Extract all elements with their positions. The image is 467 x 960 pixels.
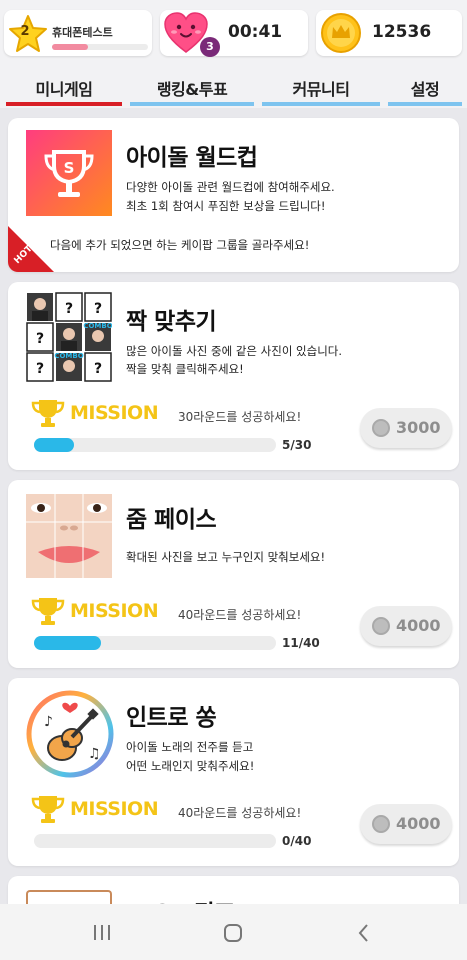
- reward-amount: 4000: [396, 814, 441, 833]
- tab-indicator: [262, 102, 380, 106]
- heart-panel[interactable]: 3 00:41: [160, 10, 308, 57]
- game-desc-line: 어떤 노래인지 맞춰주세요!: [126, 759, 255, 773]
- mission-progress-bar: [34, 438, 276, 452]
- svg-text:S: S: [64, 159, 75, 177]
- game-title: IDOL 퀴즈: [126, 894, 235, 904]
- progress-count: 11/40: [282, 636, 320, 650]
- mission-text: 30라운드를 성공하세요!: [178, 410, 302, 424]
- game-card-zoom-face[interactable]: 줌 페이스 확대된 사진을 보고 누구인지 맞춰보세요! MISSION 40라…: [8, 480, 459, 668]
- game-title: 인트로 쏭: [126, 705, 217, 731]
- mission-text: 40라운드를 성공하세요!: [178, 608, 302, 622]
- level-panel[interactable]: 2 휴대폰테스트: [4, 10, 152, 56]
- level-number: 2: [20, 24, 30, 39]
- xp-fill: [52, 44, 89, 50]
- game-title: 줌 페이스: [126, 507, 217, 533]
- progress-fill: [34, 636, 101, 650]
- game-desc-line: 짝을 맞춰 클릭해주세요!: [126, 362, 244, 376]
- claim-reward-button[interactable]: 3000: [360, 408, 452, 448]
- mission-progress-bar: [34, 834, 276, 848]
- svg-text:♪: ♪: [44, 714, 53, 730]
- combo-label: COMBO: [54, 352, 83, 360]
- svg-text:♫: ♫: [88, 746, 101, 762]
- tab-settings[interactable]: 설정: [388, 68, 462, 108]
- hidden-card-mark: ?: [36, 361, 44, 377]
- tab-label: 설정: [410, 80, 440, 99]
- game-desc-line: 최초 1회 참여시 푸짐한 보상을 드립니다!: [126, 199, 326, 213]
- recent-apps-icon[interactable]: [92, 922, 112, 950]
- trophy-icon: [30, 794, 66, 824]
- game-card-intro-song[interactable]: ♪ ♫ 인트로 쏭 아이돌 노래의 전주를 듣고 어떤 노래인지 맞춰주세요! …: [8, 678, 459, 866]
- nickname: 휴대폰테스트: [52, 26, 113, 39]
- game-title: 짝 맞추기: [126, 309, 217, 335]
- coin-icon: [372, 419, 390, 437]
- mission-progress-bar: [34, 636, 276, 650]
- tab-indicator: [6, 102, 122, 106]
- mission-text: 40라운드를 성공하세요!: [178, 806, 302, 820]
- tab-community[interactable]: 커뮤니티: [262, 68, 380, 108]
- game-desc-line: 확대된 사진을 보고 누구인지 맞춰보세요!: [126, 550, 326, 564]
- tab-indicator: [388, 102, 462, 106]
- trophy-icon: [30, 398, 66, 428]
- hidden-card-mark: ?: [36, 331, 44, 347]
- tab-ranking-vote[interactable]: 랭킹&투표: [130, 68, 254, 108]
- guitar-icon: ♪ ♫: [26, 690, 114, 778]
- claim-reward-button[interactable]: 4000: [360, 606, 452, 646]
- worldcup-request-text: 다음에 추가 되었으면 하는 케이팝 그룹을 골라주세요!: [50, 238, 310, 252]
- game-desc-line: 다양한 아이돌 관련 월드컵에 참여해주세요.: [126, 180, 335, 194]
- reward-amount: 4000: [396, 616, 441, 635]
- game-title: 아이돌 월드컵: [126, 145, 258, 171]
- zoom-face-thumbnail: [26, 494, 112, 578]
- coin-icon: [372, 617, 390, 635]
- pair-match-thumbnail: ? ? ? COMBO ? COMBO ?: [26, 292, 113, 382]
- game-card-pair-match[interactable]: ? ? ? COMBO ? COMBO ? 짝 맞추기 많은 아이돌 사진 중에…: [8, 282, 459, 470]
- mission-label: MISSION: [70, 798, 159, 820]
- claim-reward-button[interactable]: 4000: [360, 804, 452, 844]
- tab-label: 커뮤니티: [292, 80, 350, 99]
- heart-timer: 00:41: [228, 22, 283, 42]
- tab-label: 미니게임: [35, 80, 93, 99]
- game-desc-line: 많은 아이돌 사진 중에 같은 사진이 있습니다.: [126, 344, 343, 358]
- tab-indicator: [130, 102, 254, 106]
- combo-label: COMBO: [83, 322, 112, 330]
- progress-fill: [34, 438, 75, 452]
- mission-label: MISSION: [70, 600, 159, 622]
- trophy-icon: [30, 596, 66, 626]
- progress-count: 0/40: [282, 834, 312, 848]
- tab-label: 랭킹&투표: [156, 80, 228, 99]
- crown-coin-icon: [320, 12, 362, 54]
- back-icon[interactable]: [354, 922, 374, 950]
- heart-count-badge: 3: [200, 37, 220, 57]
- hidden-card-mark: ?: [94, 301, 102, 317]
- top-status-bar: 2 휴대폰테스트 3 00:41 12536: [0, 0, 467, 68]
- worldcup-thumbnail: S: [26, 130, 112, 216]
- coin-panel[interactable]: 12536: [316, 10, 462, 56]
- xp-bar: [52, 44, 148, 50]
- progress-count: 5/30: [282, 438, 312, 452]
- tab-minigame[interactable]: 미니게임: [6, 68, 122, 108]
- home-icon[interactable]: [222, 922, 244, 950]
- game-card-worldcup[interactable]: S 아이돌 월드컵 다양한 아이돌 관련 월드컵에 참여해주세요. 최초 1회 …: [8, 118, 459, 272]
- game-card-idol-quiz[interactable]: IDOL 퀴즈: [8, 876, 459, 904]
- game-desc-line: 아이돌 노래의 전주를 듣고: [126, 740, 254, 754]
- coin-balance: 12536: [372, 22, 432, 42]
- system-nav-buttons: [0, 908, 467, 960]
- coin-icon: [372, 815, 390, 833]
- reward-amount: 3000: [396, 418, 441, 437]
- main-tabs: 미니게임 랭킹&투표 커뮤니티 설정: [0, 68, 467, 108]
- quiz-thumbnail: [26, 890, 112, 904]
- hidden-card-mark: ?: [94, 361, 102, 377]
- hidden-card-mark: ?: [65, 301, 73, 317]
- mission-label: MISSION: [70, 402, 159, 424]
